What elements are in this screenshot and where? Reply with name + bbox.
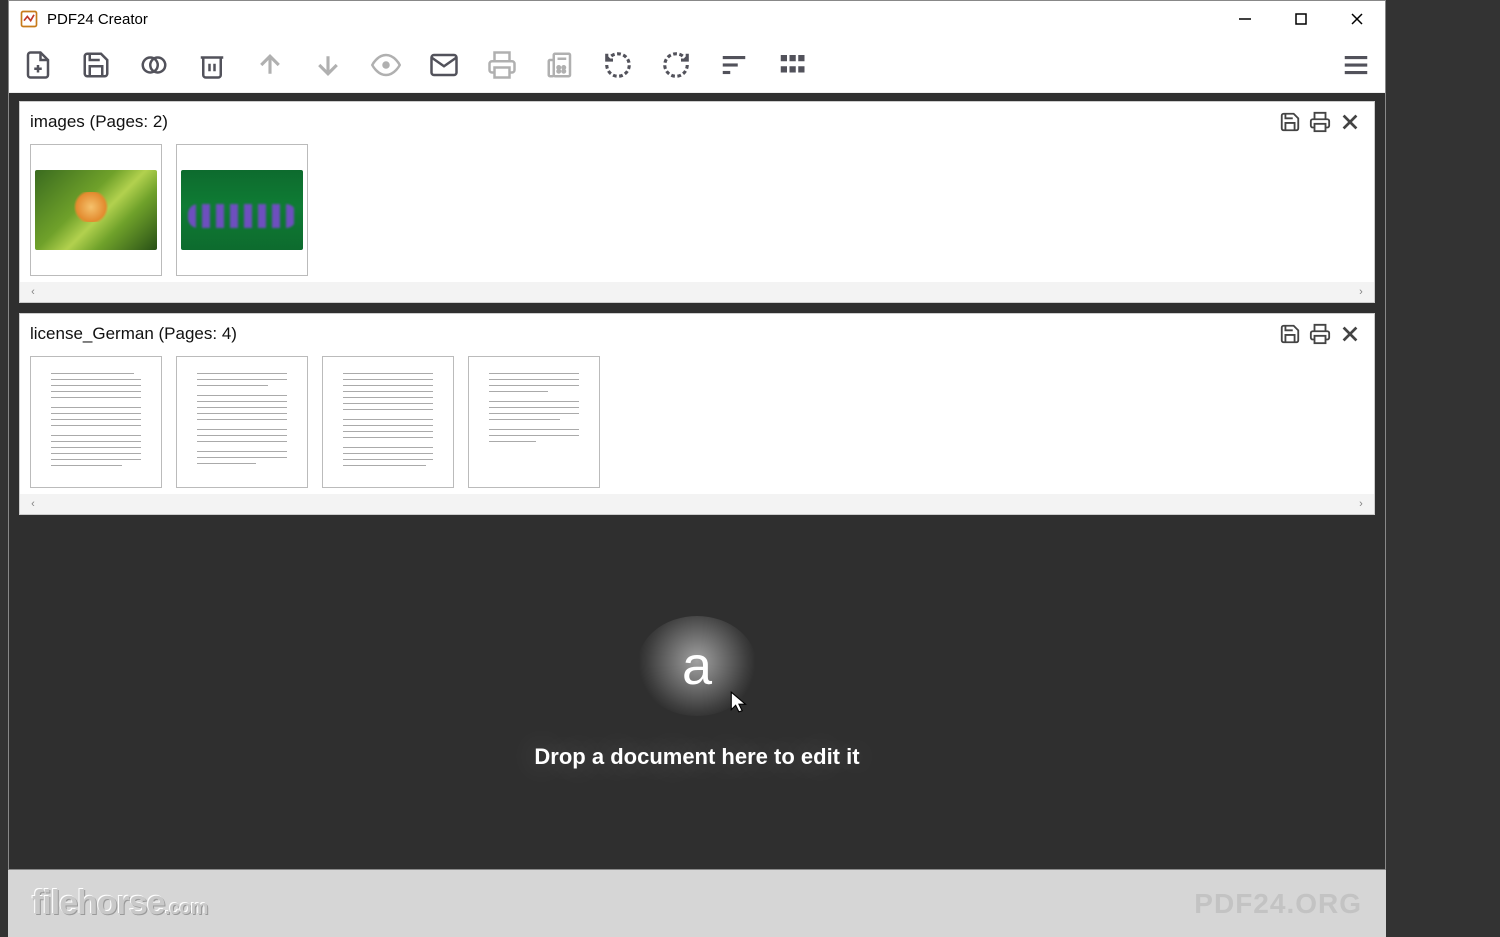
text-page-icon [37, 363, 155, 481]
document-close-button[interactable] [1336, 108, 1364, 136]
move-down-button[interactable] [311, 48, 345, 82]
hamburger-menu-button[interactable] [1339, 48, 1373, 82]
text-page-icon [183, 363, 301, 481]
app-window: PDF24 Creator images (Pages: 2) [8, 0, 1386, 870]
titlebar[interactable]: PDF24 Creator [9, 1, 1385, 37]
document-title: images (Pages: 2) [30, 112, 168, 132]
scroll-left-icon[interactable]: ‹ [26, 497, 40, 511]
footer-brand-name: filehorse [32, 884, 165, 922]
text-page-icon [329, 363, 447, 481]
page-thumbnail[interactable] [176, 356, 308, 488]
drop-zone-hint: Drop a document here to edit it [534, 744, 859, 770]
scroll-right-icon[interactable]: › [1354, 285, 1368, 299]
drop-zone-glyph-icon: a [682, 635, 712, 697]
workspace: images (Pages: 2) ‹ › license_Germ [9, 93, 1385, 869]
grid-view-button[interactable] [775, 48, 809, 82]
add-file-button[interactable] [21, 48, 55, 82]
page-thumbnail[interactable] [176, 144, 308, 276]
document-save-button[interactable] [1276, 108, 1304, 136]
document-print-button[interactable] [1306, 108, 1334, 136]
footer-brand-ext: .com [165, 897, 208, 919]
move-up-button[interactable] [253, 48, 287, 82]
sort-button[interactable] [717, 48, 751, 82]
app-logo-icon [19, 9, 39, 29]
scroll-right-icon[interactable]: › [1354, 497, 1368, 511]
save-button[interactable] [79, 48, 113, 82]
fax-button[interactable] [543, 48, 577, 82]
delete-button[interactable] [195, 48, 229, 82]
thumbnail-strip [20, 352, 1374, 494]
image-flower-icon [35, 170, 157, 250]
document-header: license_German (Pages: 4) [20, 314, 1374, 352]
document-print-button[interactable] [1306, 320, 1334, 348]
app-title: PDF24 Creator [47, 11, 148, 28]
document-pages-label: (Pages: 2) [90, 112, 168, 131]
document-pages-label: (Pages: 4) [159, 324, 237, 343]
page-thumbnail[interactable] [322, 356, 454, 488]
drop-zone[interactable]: a Drop a document here to edit it [19, 525, 1375, 861]
image-purple-flowers-icon [181, 170, 303, 250]
email-button[interactable] [427, 48, 461, 82]
footer-left-brand: filehorse.com [32, 884, 207, 923]
print-button[interactable] [485, 48, 519, 82]
document-panel[interactable]: license_German (Pages: 4) [19, 313, 1375, 515]
document-panel[interactable]: images (Pages: 2) ‹ › [19, 101, 1375, 303]
footer-right-brand: PDF24.ORG [1194, 888, 1362, 920]
page-thumbnail[interactable] [468, 356, 600, 488]
minimize-button[interactable] [1217, 1, 1273, 37]
scroll-left-icon[interactable]: ‹ [26, 285, 40, 299]
main-toolbar [9, 37, 1385, 93]
horizontal-scrollbar[interactable]: ‹ › [20, 282, 1374, 302]
drop-zone-glow-icon: a [637, 616, 757, 716]
preview-button[interactable] [369, 48, 403, 82]
page-thumbnail[interactable] [30, 356, 162, 488]
document-header: images (Pages: 2) [20, 102, 1374, 140]
document-save-button[interactable] [1276, 320, 1304, 348]
rotate-left-button[interactable] [601, 48, 635, 82]
cursor-icon [729, 690, 751, 714]
document-name: images [30, 112, 85, 131]
page-thumbnail[interactable] [30, 144, 162, 276]
close-button[interactable] [1329, 1, 1385, 37]
document-close-button[interactable] [1336, 320, 1364, 348]
rotate-right-button[interactable] [659, 48, 693, 82]
merge-button[interactable] [137, 48, 171, 82]
footer-watermark: filehorse.com PDF24.ORG [8, 870, 1386, 937]
horizontal-scrollbar[interactable]: ‹ › [20, 494, 1374, 514]
maximize-button[interactable] [1273, 1, 1329, 37]
document-name: license_German [30, 324, 154, 343]
text-page-icon [475, 363, 593, 481]
thumbnail-strip [20, 140, 1374, 282]
document-title: license_German (Pages: 4) [30, 324, 237, 344]
